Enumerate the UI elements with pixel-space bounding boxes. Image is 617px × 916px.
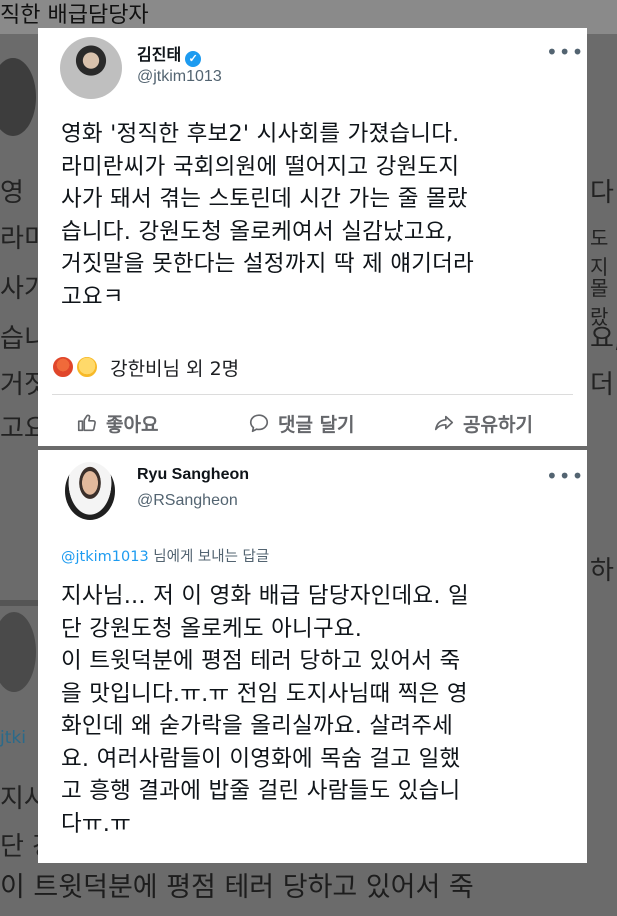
tweet-line: 라미란씨가 국회의원에 떨어지고 강원도지 — [61, 153, 460, 180]
background-divider — [0, 600, 38, 606]
comment-bubble-icon — [249, 414, 269, 433]
avatar[interactable] — [60, 37, 122, 99]
tweet-line: 습니다. 강원도청 올로케여서 실감났고요, — [61, 218, 454, 245]
more-options-icon[interactable]: ••• — [546, 464, 584, 488]
reply-suffix: 님에게 보내는 답글 — [148, 549, 270, 565]
tweet-line: 지사님... 저 이 영화 배급 담당자인데요. 일 — [61, 583, 469, 609]
author-handle[interactable]: @RSangheon — [137, 492, 238, 510]
tweet-line: 다ㅠ.ㅠ — [61, 810, 132, 837]
tweet-card-original: 김진태 ✓ @jtkim1013 ••• 영화 '정직한 후보2' 시사회를 가졌… — [38, 28, 587, 446]
action-bar: 좋아요 댓글 달기 공유하기 — [38, 403, 587, 443]
tweet-line: 고요ㅋ — [61, 283, 124, 310]
tweet-line: 단 강원도청 올로케도 아니구요. — [61, 615, 363, 642]
tweet-line: 사가 돼서 겪는 스토린데 시간 가는 줄 몰랐 — [61, 186, 468, 212]
like-label: 좋아요 — [106, 413, 159, 436]
more-options-icon[interactable]: ••• — [546, 40, 584, 64]
comment-button[interactable]: 댓글 달기 — [248, 403, 355, 443]
tweet-line: 고 흥행 결과에 밥줄 걸린 사람들도 있습니 — [61, 778, 461, 804]
avatar[interactable] — [65, 462, 115, 520]
tweet-line: 화인데 왜 숟가락을 올리실까요. 살려주세 — [61, 713, 454, 739]
tweet-card-reply: Ryu Sangheon @RSangheon ••• @jtkim1013 님… — [38, 450, 587, 863]
background-right-fragment: 요, — [590, 324, 617, 354]
author-name[interactable]: Ryu Sangheon — [137, 466, 249, 484]
background-left-fragment: 영 — [0, 178, 24, 208]
background-reply-right: 하 — [590, 556, 614, 586]
comment-label: 댓글 달기 — [278, 413, 355, 436]
haha-reaction-icon — [76, 356, 99, 378]
reply-mention-link[interactable]: @jtkim1013 — [61, 549, 149, 565]
author-name[interactable]: 김진태 ✓ — [137, 41, 202, 67]
author-handle[interactable]: @jtkim1013 — [137, 68, 222, 86]
thumbs-up-icon — [77, 414, 96, 432]
angry-reaction-icon — [52, 356, 74, 378]
verified-badge-icon: ✓ — [185, 51, 202, 67]
divider — [52, 394, 573, 395]
background-right-fragment: 더 — [590, 370, 614, 400]
share-button[interactable]: 공유하기 — [433, 403, 533, 443]
like-button[interactable]: 좋아요 — [76, 403, 158, 443]
share-arrow-icon — [434, 415, 454, 431]
reactions-text: 강한비님 외 2명 — [110, 358, 240, 380]
background-bottom-line: 이 트윗덕분에 평점 테러 당하고 있어서 죽 — [0, 872, 474, 903]
tweet-line: 거짓말을 못한다는 설정까지 딱 제 얘기더라 — [61, 251, 474, 277]
background-right-fragment: 다 — [590, 178, 614, 208]
tweet-line: 요. 여러사람들이 이영화에 목숨 걸고 일했 — [61, 745, 461, 772]
reactions-summary[interactable]: 강한비님 외 2명 — [52, 354, 239, 381]
author-name-text: 김진태 — [137, 47, 182, 64]
tweet-line: 영화 '정직한 후보2' 시사회를 가졌습니다. — [61, 121, 460, 147]
share-label: 공유하기 — [463, 413, 533, 436]
reply-context: @jtkim1013 님에게 보내는 답글 — [61, 545, 269, 566]
tweet-body: 지사님... 저 이 영화 배급 담당자인데요. 일 단 강원도청 올로케도 아… — [61, 580, 469, 840]
background-reply-fragment: jtki — [0, 728, 26, 748]
tweet-line: 이 트윗덕분에 평점 테러 당하고 있어서 죽 — [61, 648, 461, 674]
tweet-body: 영화 '정직한 후보2' 시사회를 가졌습니다. 라미란씨가 국회의원에 떨어지… — [61, 118, 474, 313]
tweet-line: 을 맛입니다.ㅠ.ㅠ 전임 도지사님때 찍은 영 — [61, 680, 468, 707]
